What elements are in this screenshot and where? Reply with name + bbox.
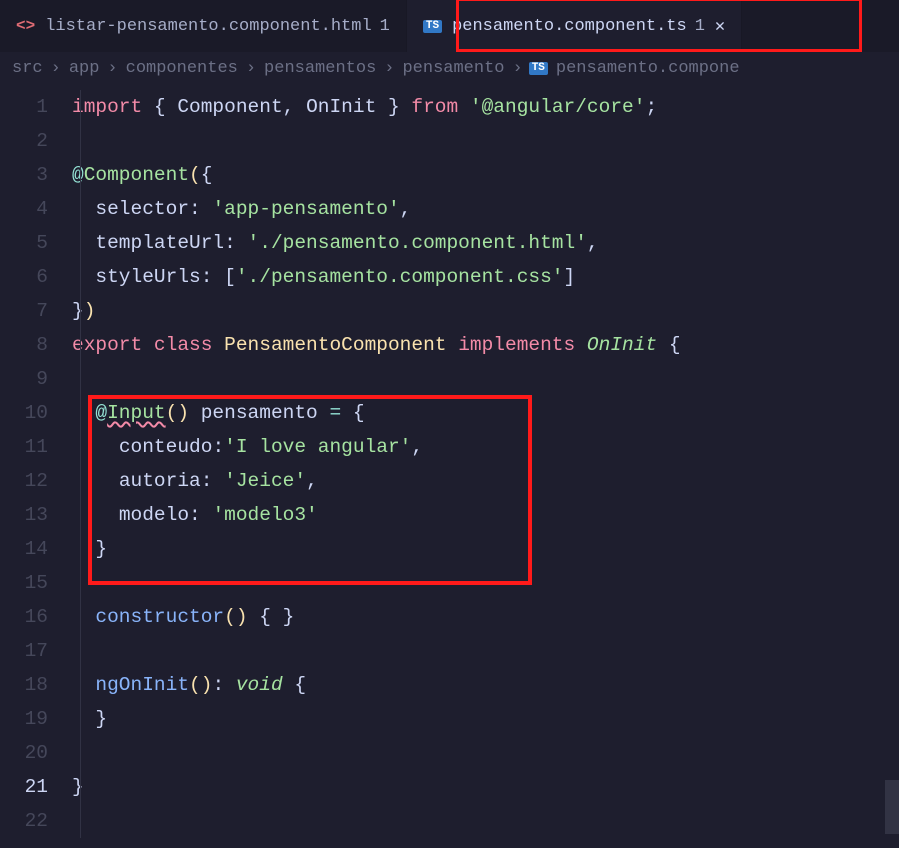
code-line: }	[72, 702, 899, 736]
breadcrumb-segment[interactable]: src	[10, 59, 45, 78]
tab-bar: <> listar-pensamento.component.html 1 TS…	[0, 0, 899, 52]
code-line: ngOnInit(): void {	[72, 668, 899, 702]
code-line: conteudo:'I love angular',	[72, 430, 899, 464]
line-number: 16	[0, 600, 48, 634]
line-number: 10	[0, 396, 48, 430]
close-icon[interactable]: ✕	[715, 16, 725, 37]
line-number: 1	[0, 90, 48, 124]
line-number: 11	[0, 430, 48, 464]
line-number: 2	[0, 124, 48, 158]
scrollbar-thumb[interactable]	[885, 780, 899, 834]
line-number: 17	[0, 634, 48, 668]
tab-dirty-indicator: 1	[380, 17, 390, 36]
code-line: export class PensamentoComponent impleme…	[72, 328, 899, 362]
line-number: 14	[0, 532, 48, 566]
html-icon: <>	[16, 17, 35, 35]
code-line: templateUrl: './pensamento.component.htm…	[72, 226, 899, 260]
breadcrumb-segment[interactable]: app	[67, 59, 102, 78]
code-line	[72, 124, 899, 158]
chevron-right-icon: ›	[378, 59, 400, 78]
line-number: 19	[0, 702, 48, 736]
tab-label: pensamento.component.ts	[452, 17, 687, 36]
tab-pensamento-ts[interactable]: TS pensamento.component.ts 1 ✕	[407, 0, 742, 52]
tab-dirty-indicator: 1	[695, 17, 705, 36]
line-number: 20	[0, 736, 48, 770]
line-number: 8	[0, 328, 48, 362]
line-number: 3	[0, 158, 48, 192]
breadcrumb: src › app › componentes › pensamentos › …	[0, 52, 899, 84]
breadcrumb-segment[interactable]: componentes	[124, 59, 240, 78]
code-line: }	[72, 532, 899, 566]
code-line: }	[72, 770, 899, 804]
code-line: styleUrls: ['./pensamento.component.css'…	[72, 260, 899, 294]
code-line	[72, 804, 899, 838]
gutter: 1 2 3 4 5 6 7 8 9 10 11 12 13 14 15 16 1…	[0, 90, 72, 838]
ts-icon: TS	[423, 20, 442, 33]
code-line: autoria: 'Jeice',	[72, 464, 899, 498]
line-number: 6	[0, 260, 48, 294]
code-line: modelo: 'modelo3'	[72, 498, 899, 532]
tab-listar-pensamento[interactable]: <> listar-pensamento.component.html 1	[0, 0, 407, 52]
breadcrumb-segment[interactable]: pensamentos	[262, 59, 378, 78]
line-number: 4	[0, 192, 48, 226]
line-number: 5	[0, 226, 48, 260]
code-line	[72, 634, 899, 668]
line-number: 9	[0, 362, 48, 396]
code-line: })	[72, 294, 899, 328]
chevron-right-icon: ›	[240, 59, 262, 78]
line-number: 12	[0, 464, 48, 498]
line-number: 22	[0, 804, 48, 838]
line-number: 15	[0, 566, 48, 600]
chevron-right-icon: ›	[507, 59, 529, 78]
code-line	[72, 736, 899, 770]
line-number: 7	[0, 294, 48, 328]
code-editor[interactable]: 1 2 3 4 5 6 7 8 9 10 11 12 13 14 15 16 1…	[0, 84, 899, 838]
line-number: 21	[0, 770, 48, 804]
breadcrumb-segment[interactable]: pensamento	[400, 59, 506, 78]
ts-icon: TS	[529, 62, 548, 75]
chevron-right-icon: ›	[101, 59, 123, 78]
code-line	[72, 566, 899, 600]
line-number: 13	[0, 498, 48, 532]
tab-label: listar-pensamento.component.html	[45, 17, 371, 36]
code-content[interactable]: import { Component, OnInit } from '@angu…	[72, 90, 899, 838]
chevron-right-icon: ›	[45, 59, 67, 78]
code-line: selector: 'app-pensamento',	[72, 192, 899, 226]
code-line: @Component({	[72, 158, 899, 192]
line-number: 18	[0, 668, 48, 702]
code-line: constructor() { }	[72, 600, 899, 634]
code-line	[72, 362, 899, 396]
code-line: @Input() pensamento = {	[72, 396, 899, 430]
breadcrumb-file[interactable]: pensamento.compone	[554, 59, 742, 78]
code-line: import { Component, OnInit } from '@angu…	[72, 90, 899, 124]
